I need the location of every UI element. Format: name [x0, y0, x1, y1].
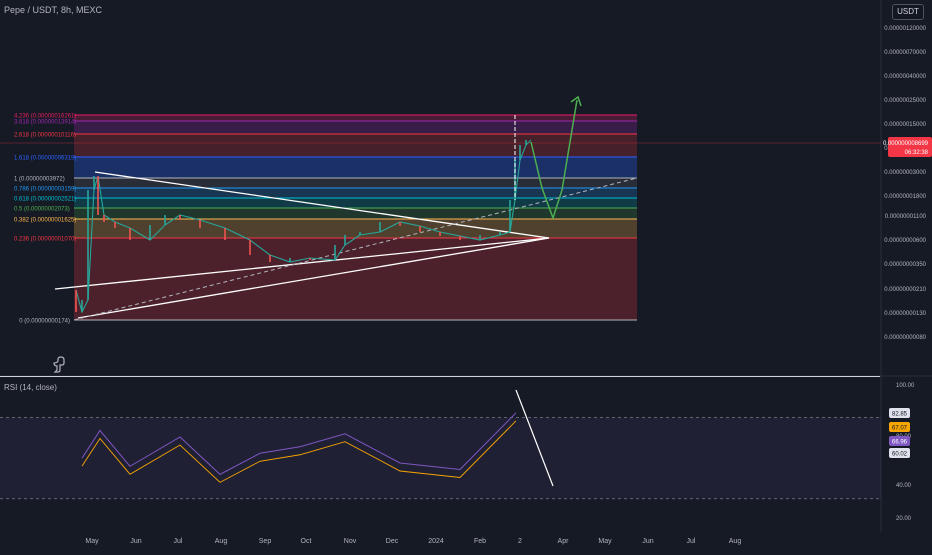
candle	[129, 228, 131, 240]
candle	[249, 240, 251, 255]
price-axis-tick: 0.00000003000	[884, 170, 926, 176]
candle	[81, 300, 83, 312]
fib-zone	[74, 238, 637, 320]
candle	[479, 235, 481, 240]
candle	[334, 245, 336, 260]
time-axis-tick: Jun	[130, 538, 141, 545]
fib-level-label: 0.618 (0.00000002521)	[14, 197, 76, 203]
candle	[179, 215, 181, 220]
candle	[75, 290, 77, 312]
rsi-value-tag-label: 67.07	[892, 426, 908, 432]
time-axis-tick: Nov	[344, 538, 357, 545]
time-axis-tick: Feb	[474, 538, 486, 545]
time-axis-tick: 2024	[428, 538, 444, 545]
time-axis-tick: Sep	[259, 538, 272, 545]
candle	[93, 176, 95, 190]
candle	[224, 228, 226, 240]
time-axis-tick: Aug	[729, 538, 742, 545]
candle	[269, 255, 271, 262]
candle	[439, 232, 441, 236]
rsi-axis-tick: 100.00	[896, 383, 915, 389]
candle	[97, 176, 99, 215]
candle	[289, 258, 291, 262]
fib-zone	[74, 115, 637, 121]
chart-root[interactable]: 4.236 (0.00000016261) 3.618 (0.0000001391…	[0, 0, 932, 550]
rsi-value-tag-label: 82.85	[892, 412, 908, 418]
time-axis-tick: May	[598, 538, 612, 545]
fib-level-label: 0.5 (0.00000002073)	[14, 207, 70, 213]
rsi-axis-tick: 20.00	[896, 516, 912, 522]
price-axis-tick: 0.00000000600	[884, 238, 926, 244]
price-axis-tick: 0.00000070000	[884, 50, 926, 56]
symbol-title: Pepe / USDT, 8h, MEXC	[4, 5, 103, 15]
fib-zone	[74, 121, 637, 134]
candle	[87, 190, 89, 300]
time-axis-tick: Oct	[301, 538, 312, 545]
candle	[499, 232, 501, 235]
price-axis-tick: 0.00000120000	[884, 26, 926, 32]
time-axis-tick: Jul	[687, 538, 696, 545]
time-axis-tick: Jul	[174, 538, 183, 545]
time-axis-tick: 2	[518, 538, 522, 545]
candle	[309, 258, 311, 260]
fib-level-label: 0 (0.00000000174)	[19, 319, 70, 325]
candle	[419, 226, 421, 232]
fib-level-label: 0.786 (0.00000003159)	[14, 187, 76, 193]
price-axis-tick: 0.00000000350	[884, 262, 926, 268]
candle	[149, 225, 151, 240]
countdown-value: 06:32:38	[905, 150, 929, 156]
price-axis-tick: 0.00000015000	[884, 122, 926, 128]
time-axis-tick: Apr	[558, 538, 570, 545]
candle	[399, 222, 401, 226]
candle	[199, 220, 201, 228]
candle	[114, 222, 116, 228]
price-axis-tick: 0.00000000080	[884, 335, 926, 341]
time-axis-tick: Jun	[642, 538, 653, 545]
time-axis-tick: Aug	[215, 538, 228, 545]
candle	[459, 236, 461, 240]
time-axis-tick: Dec	[386, 538, 399, 545]
rsi-value-tag-label: 60.02	[892, 452, 908, 458]
rsi-axis-tick: 40.00	[896, 483, 912, 489]
candle	[519, 145, 521, 160]
candle	[525, 140, 527, 145]
price-axis-tick: 0.00000001100	[885, 214, 927, 220]
candle	[103, 215, 105, 222]
price-axis-tick: 0.00000000210	[884, 287, 926, 293]
fib-level-label: 0.236 (0.00000001070)	[14, 237, 76, 243]
fib-zone	[74, 219, 637, 238]
fib-zone	[74, 134, 637, 157]
fib-zone	[74, 157, 637, 178]
current-price-value: 0.000000008699	[883, 141, 929, 147]
fib-level-label: 1 (0.00000003972)	[14, 177, 65, 183]
price-axis-tick: 0.00000000130	[884, 311, 926, 317]
price-axis-tick: 0.00000025000	[884, 98, 926, 104]
rsi-value-tag-label: 66.96	[892, 440, 908, 446]
chart-canvas[interactable]: 4.236 (0.00000016261)3.618 (0.0000001391…	[0, 0, 932, 550]
fib-level-label: 0.382 (0.00000001625)	[14, 218, 76, 224]
candle	[164, 215, 166, 225]
rsi-band	[0, 417, 881, 499]
fib-level-label: 3.618 (0.00000013914)	[14, 120, 76, 126]
candle	[344, 235, 346, 245]
candle	[359, 232, 361, 235]
fib-zone	[74, 188, 637, 198]
dinosaur-icon	[53, 356, 65, 373]
currency-button[interactable]: USDT	[892, 4, 924, 20]
fib-level-label: 1.618 (0.00000006319)	[14, 156, 76, 162]
price-axis-tick: 0.00000040000	[884, 74, 926, 80]
candle	[509, 200, 511, 232]
rsi-title: RSI (14, close)	[4, 383, 57, 392]
candle	[379, 222, 381, 232]
time-axis-tick: May	[85, 538, 99, 545]
fib-level-label: 2.618 (0.00000010116)	[14, 133, 76, 139]
price-axis-tick: 0.00000001800	[884, 194, 926, 200]
fib-zone	[74, 178, 637, 188]
